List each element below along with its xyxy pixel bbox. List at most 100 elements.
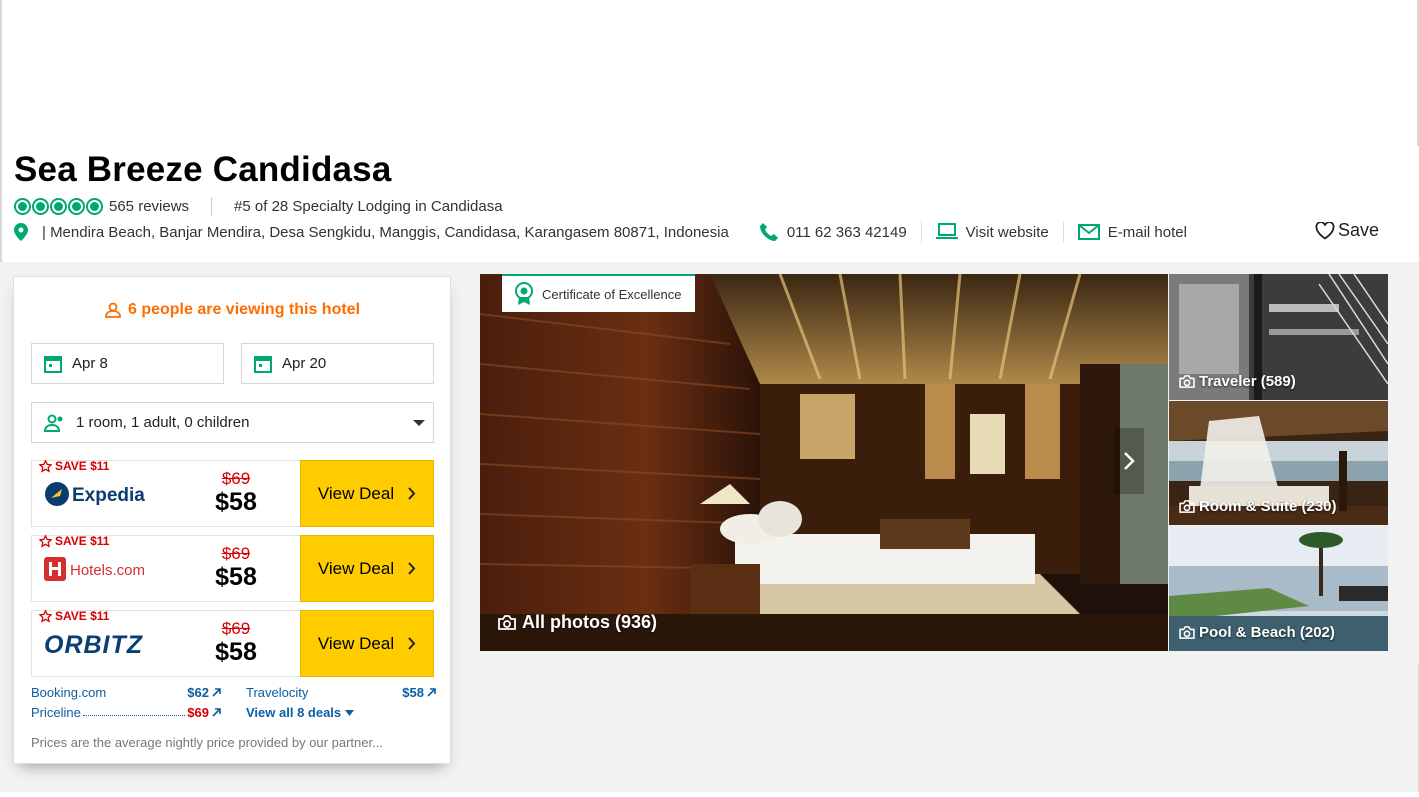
visit-website-link[interactable]: Visit website	[935, 223, 1049, 241]
provider-name: Booking.com	[31, 685, 107, 700]
deal-row-orbitz[interactable]: SAVE $11 ORBITZ $69 $58 View Deal	[31, 609, 434, 677]
price-value: $58	[402, 685, 424, 700]
save-button[interactable]: Save	[1315, 220, 1379, 241]
star-outline-icon	[39, 459, 52, 473]
chevron-right-icon	[408, 562, 416, 575]
thumb-label-text: Pool & Beach (202)	[1199, 624, 1335, 641]
viewing-notice: 6 people are viewing this hotel	[14, 301, 450, 319]
bubble-icon	[68, 198, 85, 215]
thumb-label: Room & Suite (230)	[1179, 498, 1337, 515]
view-deal-label: View Deal	[317, 633, 395, 653]
deal-price: $58	[215, 563, 257, 591]
chevron-down-icon	[413, 420, 425, 426]
room-interior-photo	[480, 274, 1168, 651]
envelope-icon	[1077, 224, 1100, 240]
hotels-com-logo: Hotels.com	[44, 554, 156, 584]
rating-bubbles[interactable]	[14, 198, 103, 215]
star-outline-icon	[39, 609, 52, 623]
award-icon	[515, 282, 533, 305]
chevron-right-icon	[1124, 452, 1135, 470]
rating-row: 565 reviews #5 of 28 Specialty Lodging i…	[14, 197, 503, 216]
hotel-header: Sea Breeze Candidasa 565 reviews #5 of 2…	[0, 146, 1419, 262]
other-deal-travelocity[interactable]: Travelocity $58	[246, 685, 436, 700]
guests-icon	[44, 414, 63, 432]
phone-icon	[759, 223, 778, 241]
thumb-traveler[interactable]: Traveler (589)	[1169, 274, 1388, 400]
checkin-value: Apr 8	[72, 355, 108, 372]
people-icon	[105, 302, 121, 318]
view-all-label: View all 8 deals	[246, 705, 342, 720]
calendar-icon	[44, 355, 62, 373]
original-price: $69	[221, 469, 251, 488]
booking-panel: 6 people are viewing this hotel Apr 8 Ap…	[13, 276, 451, 764]
original-price: $69	[221, 544, 251, 563]
email-hotel-label: E-mail hotel	[1107, 223, 1187, 241]
camera-icon	[1179, 375, 1195, 388]
calendar-icon	[254, 355, 272, 373]
viewing-text: 6 people are viewing this hotel	[127, 301, 361, 318]
expedia-logo: Expedia	[44, 479, 148, 509]
dotted-leader	[82, 705, 186, 716]
thumb-label-text: Traveler (589)	[1199, 373, 1296, 390]
deal-price: $58	[215, 488, 257, 516]
half-bubble-icon	[86, 198, 103, 215]
deal-price: $58	[215, 638, 257, 666]
view-deal-button[interactable]: View Deal	[300, 460, 434, 527]
save-badge: SAVE $11	[39, 459, 109, 473]
external-arrow-icon	[427, 688, 436, 697]
checkin-date-input[interactable]: Apr 8	[31, 343, 224, 384]
provider-price: $62	[187, 685, 221, 700]
next-photo-button[interactable]	[1114, 428, 1144, 494]
deal-row-hotels-com[interactable]: SAVE $11 Hotels.com $69 $58 View Deal	[31, 534, 434, 602]
orbitz-logo-text: ORBITZ	[44, 631, 144, 659]
main-photo[interactable]: Certificate of Excellence All photos (93…	[480, 274, 1168, 651]
save-badge: SAVE $11	[39, 534, 109, 548]
original-price: $69	[221, 619, 251, 638]
provider-name: Priceline	[31, 705, 81, 720]
save-text: SAVE $11	[55, 459, 110, 473]
orbitz-logo: ORBITZ	[44, 629, 160, 659]
save-badge: SAVE $11	[39, 609, 109, 623]
bubble-icon	[32, 198, 49, 215]
divider	[1062, 221, 1064, 243]
price-value: $62	[187, 685, 209, 700]
chevron-right-icon	[408, 637, 416, 650]
heart-icon	[1315, 221, 1335, 240]
price-value: $69	[187, 705, 209, 720]
checkout-value: Apr 20	[282, 355, 327, 372]
chevron-right-icon	[408, 487, 416, 500]
other-deal-booking-com[interactable]: Booking.com $62	[31, 685, 221, 700]
address-contact-row: | Mendira Beach, Banjar Mendira, Desa Se…	[14, 220, 1409, 244]
camera-icon	[498, 615, 516, 630]
address-text[interactable]: | Mendira Beach, Banjar Mendira, Desa Se…	[42, 224, 729, 241]
phone-link[interactable]: 011 62 363 42149	[759, 222, 907, 242]
thumb-pool-beach[interactable]: Pool & Beach (202)	[1169, 526, 1388, 651]
phone-number: 011 62 363 42149	[786, 223, 907, 241]
checkout-date-input[interactable]: Apr 20	[241, 343, 434, 384]
hotels-com-logo-text: Hotels.com	[70, 562, 145, 579]
other-deal-priceline[interactable]: Priceline $69	[31, 705, 221, 720]
all-photos-label: All photos (936)	[522, 612, 658, 632]
bubble-icon	[14, 198, 31, 215]
all-photos-link[interactable]: All photos (936)	[498, 612, 657, 633]
view-deal-button[interactable]: View Deal	[300, 610, 434, 677]
save-text: SAVE $11	[55, 534, 110, 548]
divider	[211, 197, 213, 216]
external-arrow-icon	[212, 708, 221, 717]
deal-row-expedia[interactable]: SAVE $11 Expedia $69 $58 View Deal	[31, 459, 434, 527]
guests-selector[interactable]: 1 room, 1 adult, 0 children	[31, 402, 434, 443]
bubble-icon	[50, 198, 67, 215]
thumb-room-suite[interactable]: Room & Suite (230)	[1169, 401, 1388, 525]
view-deal-label: View Deal	[317, 558, 395, 578]
camera-icon	[1179, 626, 1195, 639]
ranking-text[interactable]: #5 of 28 Specialty Lodging in Candidasa	[234, 198, 503, 215]
reviews-link[interactable]: 565 reviews	[109, 198, 189, 215]
expedia-logo-text: Expedia	[72, 485, 145, 506]
star-outline-icon	[39, 534, 52, 548]
view-deal-label: View Deal	[317, 483, 395, 503]
view-all-deals-link[interactable]: View all 8 deals	[246, 705, 355, 720]
price-disclaimer: Prices are the average nightly price pro…	[31, 735, 383, 750]
email-hotel-link[interactable]: E-mail hotel	[1077, 223, 1187, 241]
view-deal-button[interactable]: View Deal	[300, 535, 434, 602]
divider	[920, 221, 922, 243]
